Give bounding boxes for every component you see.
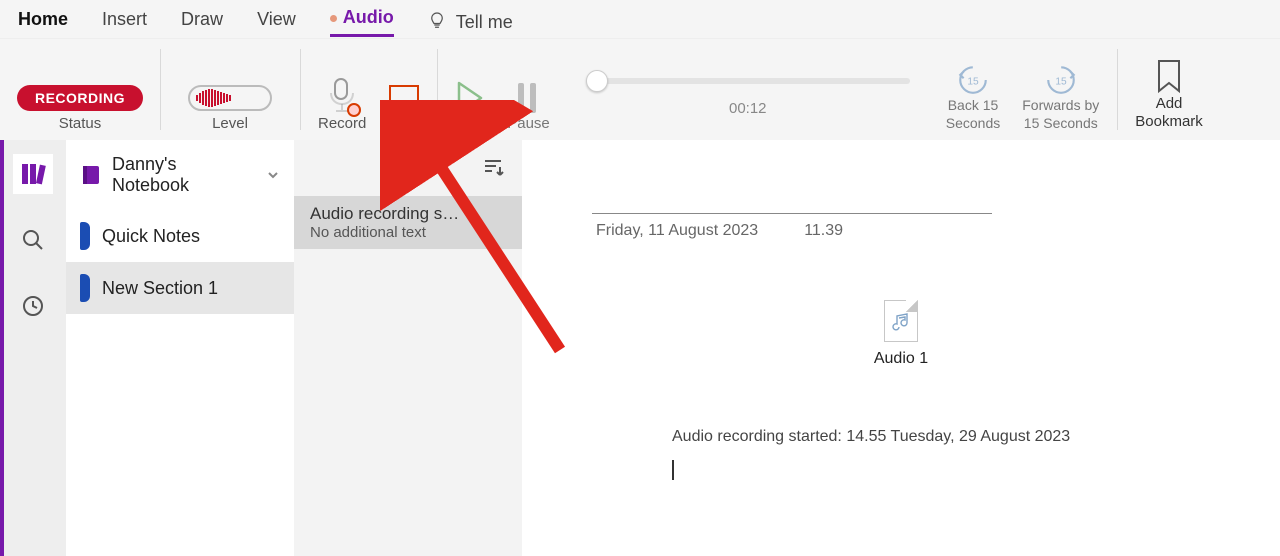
tab-insert[interactable]: Insert xyxy=(102,9,147,36)
page-title: Audio recording s… xyxy=(310,204,506,224)
pause-button[interactable]: Pause xyxy=(507,81,550,132)
notebook-selector[interactable]: Danny's Notebook xyxy=(66,140,294,210)
group-skip: 15 Back 15 Seconds 15 Forwards by 15 Sec… xyxy=(928,39,1118,140)
tab-home[interactable]: Home xyxy=(18,9,68,36)
record-indicator-dot xyxy=(330,15,337,22)
pause-label: Pause xyxy=(507,115,550,132)
back-15-icon: 15 xyxy=(956,63,990,97)
sections-panel: Danny's Notebook Quick Notes New Section… xyxy=(66,140,294,556)
tell-me-search[interactable]: Tell me xyxy=(428,11,513,33)
group-bookmark: Add Bookmark xyxy=(1117,39,1221,140)
clock-icon xyxy=(21,294,45,318)
notebooks-icon xyxy=(20,161,46,187)
stop-button[interactable]: Stop xyxy=(388,85,419,132)
seek-thumb[interactable] xyxy=(586,70,608,92)
level-meter xyxy=(188,85,272,111)
record-button[interactable]: Record xyxy=(318,77,366,132)
audio-started-text: Audio recording started: 14.55 Tuesday, … xyxy=(672,428,1230,446)
svg-text:15: 15 xyxy=(967,76,979,87)
microphone-icon xyxy=(327,77,357,115)
note-canvas[interactable]: Friday, 11 August 2023 11.39 Audio 1 Aud… xyxy=(522,140,1280,556)
tab-audio[interactable]: Audio xyxy=(330,7,394,37)
audio-ribbon: RECORDING Status Level Record Stop xyxy=(0,38,1280,140)
music-note-icon xyxy=(892,313,912,333)
notebooks-rail-button[interactable] xyxy=(13,154,53,194)
notebook-icon xyxy=(80,164,102,186)
bookmark-label-2: Bookmark xyxy=(1135,113,1203,132)
lightbulb-icon xyxy=(428,11,446,33)
forward-15-label-1: Forwards by xyxy=(1022,97,1099,115)
bookmark-icon xyxy=(1155,59,1183,95)
back-15-label-1: Back 15 xyxy=(948,97,999,115)
section-color-tab xyxy=(80,222,90,250)
group-play-pause: Play Pause xyxy=(437,39,568,140)
tab-draw[interactable]: Draw xyxy=(181,9,223,36)
record-label: Record xyxy=(318,115,366,132)
forward-15-icon: 15 xyxy=(1044,63,1078,97)
group-status: RECORDING Status xyxy=(0,39,160,140)
tab-view[interactable]: View xyxy=(257,9,296,36)
page-date: Friday, 11 August 2023 xyxy=(596,222,758,240)
add-bookmark-button[interactable]: Add Bookmark xyxy=(1135,55,1203,133)
group-level: Level xyxy=(160,39,300,140)
nav-rail xyxy=(0,140,66,556)
menu-tabbar: Home Insert Draw View Audio Tell me xyxy=(0,0,1280,38)
forward-15-button[interactable]: 15 Forwards by 15 Seconds xyxy=(1022,63,1099,132)
forward-15-label-2: 15 Seconds xyxy=(1024,115,1098,133)
section-color-tab xyxy=(80,274,90,302)
group-seek: 00:12 xyxy=(568,39,928,140)
app-body: Danny's Notebook Quick Notes New Section… xyxy=(0,140,1280,556)
seek-slider[interactable] xyxy=(586,78,910,84)
section-label: New Section 1 xyxy=(102,278,218,299)
play-button[interactable]: Play xyxy=(455,81,485,132)
status-group-label: Status xyxy=(59,115,102,132)
tell-me-label: Tell me xyxy=(456,12,513,33)
bookmark-label-1: Add xyxy=(1156,95,1183,114)
group-record-stop: Record Stop xyxy=(300,39,437,140)
play-label: Play xyxy=(456,115,485,132)
pages-panel: Audio recording s… No additional text xyxy=(294,140,522,556)
search-icon xyxy=(21,228,45,252)
stop-label: Stop xyxy=(388,115,419,132)
chevron-down-icon xyxy=(266,168,280,182)
text-cursor xyxy=(672,460,674,480)
section-item[interactable]: New Section 1 xyxy=(66,262,294,314)
level-group-label: Level xyxy=(212,115,248,132)
playback-time: 00:12 xyxy=(586,100,910,117)
page-time: 11.39 xyxy=(804,222,843,240)
page-title-input[interactable] xyxy=(592,190,992,214)
svg-text:15: 15 xyxy=(1055,76,1067,87)
page-subtitle: No additional text xyxy=(310,224,506,241)
pause-icon xyxy=(515,81,541,115)
search-rail-button[interactable] xyxy=(13,220,53,260)
sort-icon[interactable] xyxy=(482,157,504,179)
back-15-button[interactable]: 15 Back 15 Seconds xyxy=(946,63,1000,132)
recent-rail-button[interactable] xyxy=(13,286,53,326)
notebook-name: Danny's Notebook xyxy=(112,154,252,196)
back-15-label-2: Seconds xyxy=(946,115,1000,133)
audio-attachment-name: Audio 1 xyxy=(841,350,961,368)
section-label: Quick Notes xyxy=(102,226,200,247)
page-list-item[interactable]: Audio recording s… No additional text xyxy=(294,196,522,249)
play-icon xyxy=(455,81,485,115)
stop-icon xyxy=(389,85,419,115)
recording-status-pill: RECORDING xyxy=(17,85,143,111)
section-item[interactable]: Quick Notes xyxy=(66,210,294,262)
audio-attachment[interactable] xyxy=(884,300,918,342)
